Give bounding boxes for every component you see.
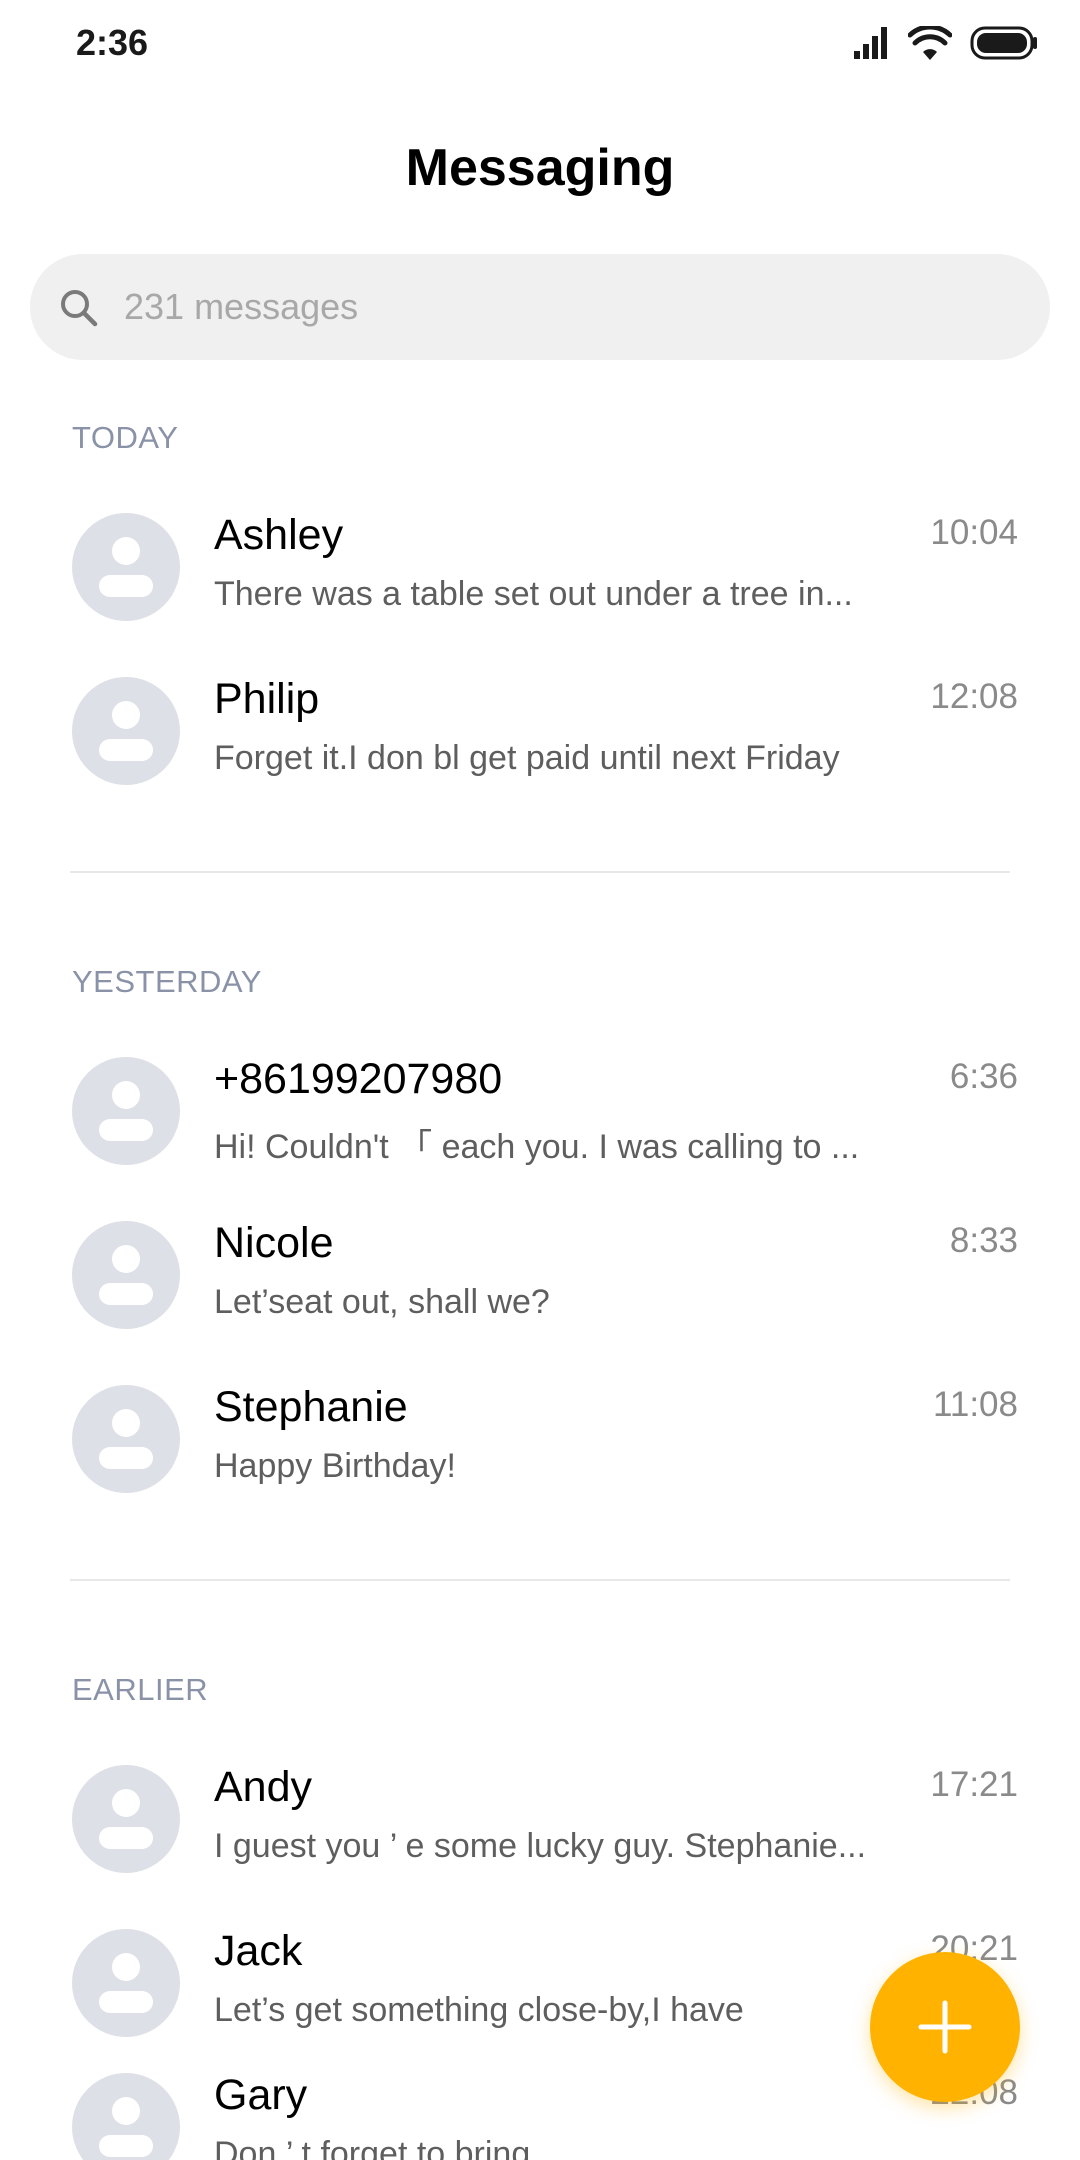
status-bar: 2:36 bbox=[0, 0, 1080, 90]
contact-name: Jack bbox=[214, 1927, 303, 1975]
avatar bbox=[72, 677, 180, 785]
message-time: 12:08 bbox=[930, 677, 1018, 716]
conversation-row-andy[interactable]: Andy I guest you ’ e some lucky guy. Ste… bbox=[0, 1735, 1080, 1899]
message-preview: Forget it.I don bl get paid until next F… bbox=[214, 739, 840, 777]
battery-icon bbox=[970, 26, 1038, 60]
avatar bbox=[72, 2073, 180, 2160]
message-preview: Don ’ t forget to bring bbox=[214, 2135, 531, 2160]
message-preview: Let’seat out, shall we? bbox=[214, 1283, 550, 1321]
section-header-today: TODAY bbox=[72, 420, 179, 455]
conversation-row-phone-number[interactable]: +86199207980 Hi! Couldn't 「 each you. I … bbox=[0, 1027, 1080, 1191]
message-preview: Let’s get something close-by,I have bbox=[214, 1991, 744, 2029]
avatar bbox=[72, 1221, 180, 1329]
section-header-earlier: EARLIER bbox=[72, 1672, 209, 1707]
page-title: Messaging bbox=[405, 139, 675, 197]
message-time: 8:33 bbox=[949, 1221, 1018, 1260]
status-icons bbox=[854, 26, 1038, 60]
contact-name: +86199207980 bbox=[214, 1055, 503, 1103]
message-preview: There was a table set out under a tree i… bbox=[214, 575, 853, 613]
section-divider bbox=[70, 871, 1010, 873]
section-divider bbox=[70, 1579, 1010, 1581]
message-time: 10:04 bbox=[930, 513, 1018, 552]
message-preview: I guest you ’ e some lucky guy. Stephani… bbox=[214, 1827, 867, 1865]
new-message-button[interactable] bbox=[870, 1952, 1020, 2102]
wifi-icon bbox=[908, 26, 952, 60]
search-bar[interactable] bbox=[30, 254, 1050, 360]
avatar bbox=[72, 1929, 180, 2037]
search-input[interactable] bbox=[124, 254, 1004, 360]
message-preview: Happy Birthday! bbox=[214, 1447, 456, 1485]
message-time: 6:36 bbox=[949, 1057, 1018, 1096]
avatar bbox=[72, 1385, 180, 1493]
contact-name: Ashley bbox=[214, 511, 344, 559]
message-time: 11:08 bbox=[933, 1385, 1018, 1424]
status-time: 2:36 bbox=[76, 22, 149, 63]
search-icon bbox=[58, 287, 100, 334]
contact-name: Gary bbox=[214, 2071, 308, 2119]
conversation-row-philip[interactable]: Philip Forget it.I don bl get paid until… bbox=[0, 647, 1080, 811]
avatar bbox=[72, 1057, 180, 1165]
message-time: 17:21 bbox=[930, 1765, 1018, 1804]
contact-name: Nicole bbox=[214, 1219, 334, 1267]
conversation-row-nicole[interactable]: Nicole Let’seat out, shall we? 8:33 bbox=[0, 1191, 1080, 1355]
conversation-row-ashley[interactable]: Ashley There was a table set out under a… bbox=[0, 483, 1080, 647]
avatar bbox=[72, 513, 180, 621]
contact-name: Philip bbox=[214, 675, 320, 723]
section-header-yesterday: YESTERDAY bbox=[72, 964, 262, 999]
signal-icon bbox=[854, 27, 890, 59]
avatar bbox=[72, 1765, 180, 1873]
message-preview: Hi! Couldn't 「 each you. I was calling t… bbox=[214, 1128, 860, 1166]
contact-name: Stephanie bbox=[214, 1383, 408, 1431]
contact-name: Andy bbox=[214, 1763, 313, 1811]
conversation-row-stephanie[interactable]: Stephanie Happy Birthday! 11:08 bbox=[0, 1355, 1080, 1519]
